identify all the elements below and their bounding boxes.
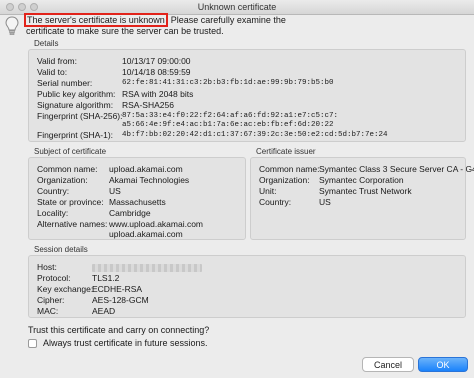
serial-number-label: Serial number:	[37, 78, 93, 88]
trust-question: Trust this certificate and carry on conn…	[28, 325, 210, 335]
subject-state-value: Massachusetts	[109, 197, 166, 207]
issuer-country-value: US	[319, 197, 331, 207]
fingerprint-sha256-label: Fingerprint (SHA-256):	[37, 111, 123, 121]
valid-to-value: 10/14/18 08:59:59	[122, 67, 191, 77]
valid-from-label: Valid from:	[37, 56, 77, 66]
issuer-organization-value: Symantec Corporation	[319, 175, 404, 185]
issuer-label: Certificate issuer	[256, 147, 316, 156]
host-label: Host:	[37, 262, 57, 272]
subject-box: Common name: upload.akamai.com Organizat…	[28, 157, 246, 240]
subject-state-label: State or province:	[37, 197, 104, 207]
subject-locality-label: Locality:	[37, 208, 69, 218]
public-key-value: RSA with 2048 bits	[122, 89, 194, 99]
subject-country-label: Country:	[37, 186, 70, 196]
ok-button[interactable]: OK	[418, 357, 468, 372]
subject-locality-value: Cambridge	[109, 208, 151, 218]
issuer-unit-label: Unit:	[259, 186, 277, 196]
valid-to-label: Valid to:	[37, 67, 68, 77]
warning-text-rest: . Please carefully examine the	[165, 15, 286, 25]
subject-alt-names-value: www.upload.akamai.com	[109, 219, 204, 229]
window-title: Unknown certificate	[197, 2, 277, 12]
subject-organization-value: Akamai Technologies	[109, 175, 190, 185]
details-label: Details	[34, 39, 59, 48]
subject-common-name-value: upload.akamai.com	[109, 164, 183, 174]
highlighted-warning: The server's certificate is unknown	[24, 13, 168, 27]
subject-label: Subject of certificate	[34, 147, 107, 156]
issuer-unit-value: Symantec Trust Network	[319, 186, 412, 196]
always-trust-checkbox[interactable]	[28, 338, 37, 348]
mac-value: AEAD	[92, 306, 116, 316]
host-value	[92, 262, 202, 272]
cipher-value: AES-128-GCM	[92, 295, 149, 305]
issuer-box: Common name: Symantec Class 3 Secure Ser…	[250, 157, 474, 240]
key-exchange-label: Key exchange:	[37, 284, 94, 294]
title-bar: Unknown certificate	[0, 0, 474, 15]
subject-common-name-label: Common name:	[37, 164, 98, 174]
fingerprint-sha1-value: 4b:f7:bb:02:20:42:d1:c1:37:67:39:2c:3e:5…	[122, 130, 388, 139]
subject-organization-label: Organization:	[37, 175, 88, 185]
valid-from-value: 10/13/17 09:00:00	[122, 56, 191, 66]
serial-number-value: 62:fe:81:41:31:c3:2b:b3:fb:1d:ae:99:9b:7…	[122, 78, 334, 87]
warning-message: The server's certificate is unknown. Ple…	[24, 13, 326, 37]
issuer-common-name-value: Symantec Class 3 Secure Server CA - G4	[319, 164, 474, 174]
fingerprint-sha1-label: Fingerprint (SHA-1):	[37, 130, 114, 140]
always-trust-label[interactable]: Always trust certificate in future sessi…	[43, 338, 208, 348]
signature-algorithm-label: Signature algorithm:	[37, 100, 114, 110]
details-box: Valid from: 10/13/17 09:00:00 Valid to: …	[28, 49, 466, 142]
protocol-label: Protocol:	[37, 273, 71, 283]
public-key-label: Public key algorithm:	[37, 89, 116, 99]
lightbulb-icon	[5, 16, 19, 35]
warning-text-line2: certificate to make sure the server can …	[26, 26, 224, 36]
mac-label: MAC:	[37, 306, 59, 316]
key-exchange-value: ECDHE-RSA	[92, 284, 143, 294]
protocol-value: TLS1.2	[92, 273, 120, 283]
subject-alt-names-label: Alternative names:	[37, 219, 108, 229]
issuer-common-name-label: Common name:	[259, 164, 320, 174]
issuer-organization-label: Organization:	[259, 175, 310, 185]
issuer-country-label: Country:	[259, 197, 292, 207]
redacted-host	[92, 263, 202, 272]
subject-country-value: US	[109, 186, 121, 196]
signature-algorithm-value: RSA-SHA256	[122, 100, 174, 110]
cipher-label: Cipher:	[37, 295, 65, 305]
cancel-button[interactable]: Cancel	[362, 357, 414, 372]
subject-alt-names-value-line2: upload.akamai.com	[109, 229, 183, 239]
session-box: Host: Protocol: TLS1.2 Key exchange: ECD…	[28, 255, 466, 318]
fingerprint-sha256-value-line2: a5:66:4e:9f:e4:ac:b1:7a:6e:ac:eb:fb:ef:6…	[122, 120, 334, 129]
fingerprint-sha256-value: 87:5a:33:e4:f0:22:f2:64:af:a6:fd:92:a1:e…	[122, 111, 339, 120]
always-trust-row[interactable]: Always trust certificate in future sessi…	[28, 338, 208, 348]
session-label: Session details	[34, 245, 88, 254]
